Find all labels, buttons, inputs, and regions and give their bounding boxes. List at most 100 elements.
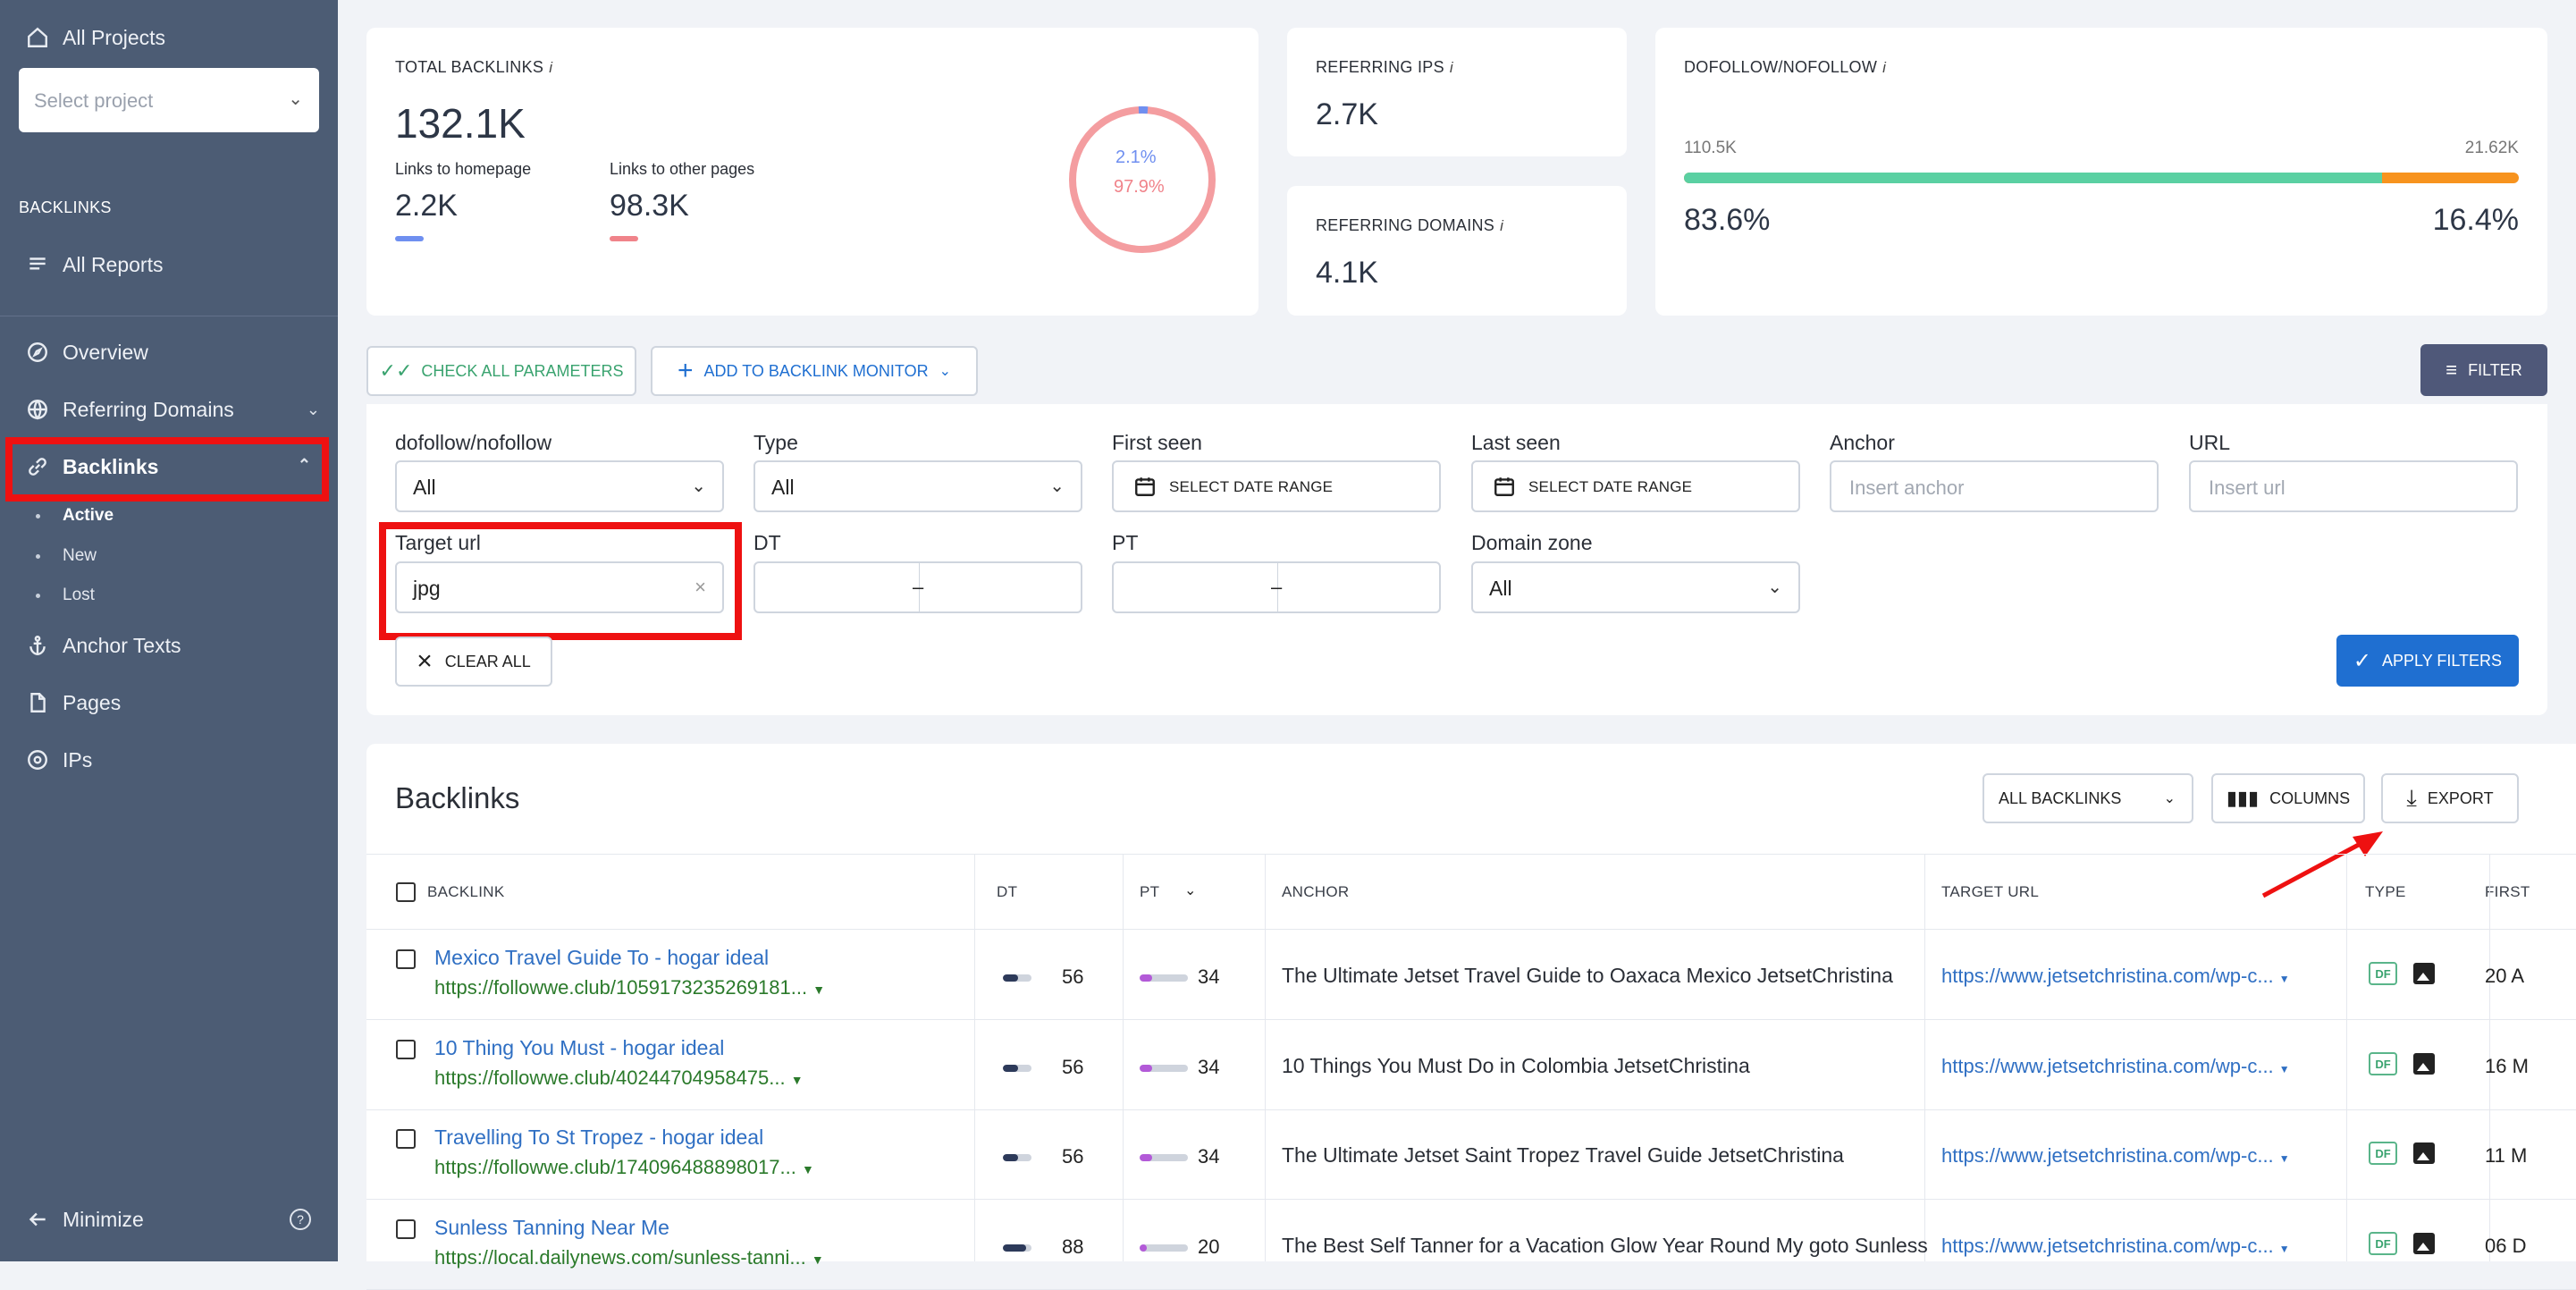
target-url-link[interactable]: https://www.jetsetchristina.com/wp-c... …	[1941, 1235, 2290, 1258]
sidebar-subitem-active[interactable]: Active	[35, 506, 114, 526]
backlink-title-link[interactable]: Sunless Tanning Near Me	[434, 1216, 669, 1240]
chevron-down-icon: ⌄	[939, 364, 951, 379]
other-pages-value: 98.3K	[610, 189, 689, 223]
target-url-value: jpg	[413, 577, 441, 600]
dt-value: 56	[1062, 1056, 1084, 1078]
dofollow-filter-select[interactable]: All ⌄	[395, 460, 724, 512]
col-divider	[2346, 854, 2347, 1261]
select-all-checkbox[interactable]	[396, 882, 416, 902]
target-url-input[interactable]: jpg ×	[395, 561, 724, 613]
apply-filters-button[interactable]: ✓ APPLY FILTERS	[2336, 635, 2519, 687]
sidebar-item-anchor-texts[interactable]: Anchor Texts	[25, 633, 181, 658]
dt-bar	[1003, 974, 1031, 982]
dt-bar	[1003, 1154, 1031, 1161]
dt-range-input[interactable]: –	[753, 561, 1082, 613]
pt-range-input[interactable]: –	[1112, 561, 1441, 613]
row-checkbox[interactable]	[396, 1040, 416, 1059]
sidebar-item-overview[interactable]: Overview	[25, 340, 148, 365]
dofollow-card: DOFOLLOW/NOFOLLOW i 110.5K 21.62K 83.6% 1…	[1655, 28, 2547, 316]
filter-button[interactable]: ≡ FILTER	[2420, 344, 2547, 396]
first-seen-date-picker[interactable]: SELECT DATE RANGE	[1112, 460, 1441, 512]
dofollow-count: 110.5K	[1684, 139, 1737, 157]
backlink-title-link[interactable]: Mexico Travel Guide To - hogar ideal	[434, 946, 769, 970]
plus-icon: +	[678, 356, 694, 385]
backlink-url-link[interactable]: https://followwe.club/40244704958475... …	[434, 1067, 804, 1090]
download-icon: ⤓	[2406, 784, 2417, 811]
chevron-down-icon: ⌄	[1049, 476, 1065, 496]
th-type[interactable]: TYPE	[2365, 883, 2406, 901]
all-backlinks-select[interactable]: ALL BACKLINKS ⌄	[1983, 773, 2193, 823]
sidebar-item-all-projects[interactable]: All Projects	[25, 25, 165, 50]
dofollow-bar-fill	[1684, 173, 2382, 183]
calendar-icon	[1494, 477, 1514, 496]
target-url-link[interactable]: https://www.jetsetchristina.com/wp-c... …	[1941, 1144, 2290, 1168]
dt-value: 56	[1062, 965, 1084, 988]
url-filter-input[interactable]: Insert url	[2189, 460, 2518, 512]
caret-down-icon: ▼	[801, 1162, 814, 1176]
pt-bar	[1140, 1244, 1188, 1252]
last-seen-date-picker[interactable]: SELECT DATE RANGE	[1471, 460, 1800, 512]
total-backlinks-title: TOTAL BACKLINKS i	[395, 58, 553, 76]
backlink-title-link[interactable]: 10 Thing You Must - hogar ideal	[434, 1036, 724, 1060]
anchor-text: The Ultimate Jetset Travel Guide to Oaxa…	[1282, 964, 1893, 987]
sidebar-subitem-new[interactable]: New	[35, 546, 97, 566]
sidebar-item-pages[interactable]: Pages	[25, 690, 121, 715]
backlink-url-link[interactable]: https://followwe.club/174096488898017...…	[434, 1156, 814, 1179]
check-all-parameters-button[interactable]: ✓✓ CHECK ALL PARAMETERS	[366, 346, 636, 396]
col-divider	[974, 854, 975, 1261]
add-to-backlink-monitor-button[interactable]: + ADD TO BACKLINK MONITOR ⌄	[651, 346, 978, 396]
th-anchor[interactable]: ANCHOR	[1282, 883, 1349, 901]
anchor-filter-input[interactable]: Insert anchor	[1830, 460, 2159, 512]
last-seen-value: SELECT DATE RANGE	[1528, 478, 1693, 495]
th-pt[interactable]: PT	[1140, 883, 1159, 901]
row-divider	[366, 1199, 2576, 1200]
homepage-value: 2.2K	[395, 189, 458, 223]
sidebar-item-all-reports[interactable]: All Reports	[25, 252, 163, 277]
referring-domains-card: REFERRING DOMAINS i 4.1K	[1287, 186, 1627, 316]
last-seen-label: Last seen	[1471, 431, 1561, 454]
target-url-label: Target url	[395, 531, 481, 554]
row-checkbox[interactable]	[396, 1219, 416, 1239]
sidebar-item-ips[interactable]: IPs	[25, 747, 92, 772]
sidebar-subitem-lost[interactable]: Lost	[36, 586, 95, 605]
columns-button[interactable]: ▮▮▮ COLUMNS	[2211, 773, 2365, 823]
sidebar-item-backlinks[interactable]: Backlinks ⌃	[25, 454, 311, 479]
th-backlink[interactable]: BACKLINK	[427, 883, 505, 901]
info-icon: i	[1449, 59, 1453, 76]
dofollow-bar	[1684, 173, 2519, 183]
target-url-link[interactable]: https://www.jetsetchristina.com/wp-c... …	[1941, 965, 2290, 988]
anchor-text: 10 Things You Must Do in Colombia Jetset…	[1282, 1054, 1750, 1077]
clear-x-icon[interactable]: ×	[695, 576, 706, 599]
row-checkbox[interactable]	[396, 1129, 416, 1149]
caret-down-icon: ▼	[2278, 973, 2290, 985]
clear-all-button[interactable]: × CLEAR ALL	[395, 637, 552, 687]
dt-value: 56	[1062, 1145, 1084, 1168]
type-filter-select[interactable]: All ⌄	[753, 460, 1082, 512]
minimize-button[interactable]: Minimize ?	[25, 1207, 311, 1232]
target-url-link[interactable]: https://www.jetsetchristina.com/wp-c... …	[1941, 1055, 2290, 1078]
type-filter-label: Type	[753, 431, 798, 454]
th-target-url[interactable]: TARGET URL	[1941, 883, 2039, 901]
sort-chevron-icon[interactable]: ⌄	[1184, 881, 1196, 899]
caret-down-icon: ▼	[2278, 1063, 2290, 1075]
sidebar-item-label: All Reports	[63, 252, 164, 276]
info-icon: i	[1500, 217, 1504, 234]
row-checkbox[interactable]	[396, 949, 416, 969]
th-first[interactable]: FIRST	[2485, 883, 2530, 901]
total-backlinks-card: TOTAL BACKLINKS i 132.1K Links to homepag…	[366, 28, 1259, 316]
backlink-url-link[interactable]: https://followwe.club/1059173235269181..…	[434, 976, 825, 999]
backlink-url-link[interactable]: https://local.dailynews.com/sunless-tann…	[434, 1246, 824, 1269]
sidebar-item-label: IPs	[63, 747, 93, 771]
referring-ips-title: REFERRING IPS i	[1316, 58, 1453, 76]
project-select[interactable]: Select project ⌄	[19, 68, 319, 132]
backlink-title-link[interactable]: Travelling To St Tropez - hogar ideal	[434, 1126, 763, 1150]
export-button[interactable]: ⤓ EXPORT	[2381, 773, 2519, 823]
col-divider	[1924, 854, 1925, 1261]
list-icon	[25, 252, 50, 277]
close-icon: ×	[417, 646, 433, 676]
domain-zone-select[interactable]: All ⌄	[1471, 561, 1800, 613]
th-dt[interactable]: DT	[997, 883, 1017, 901]
help-icon[interactable]: ?	[290, 1209, 311, 1230]
dt-bar	[1003, 1244, 1031, 1252]
sidebar-item-referring-domains[interactable]: Referring Domains ⌄	[25, 397, 320, 422]
